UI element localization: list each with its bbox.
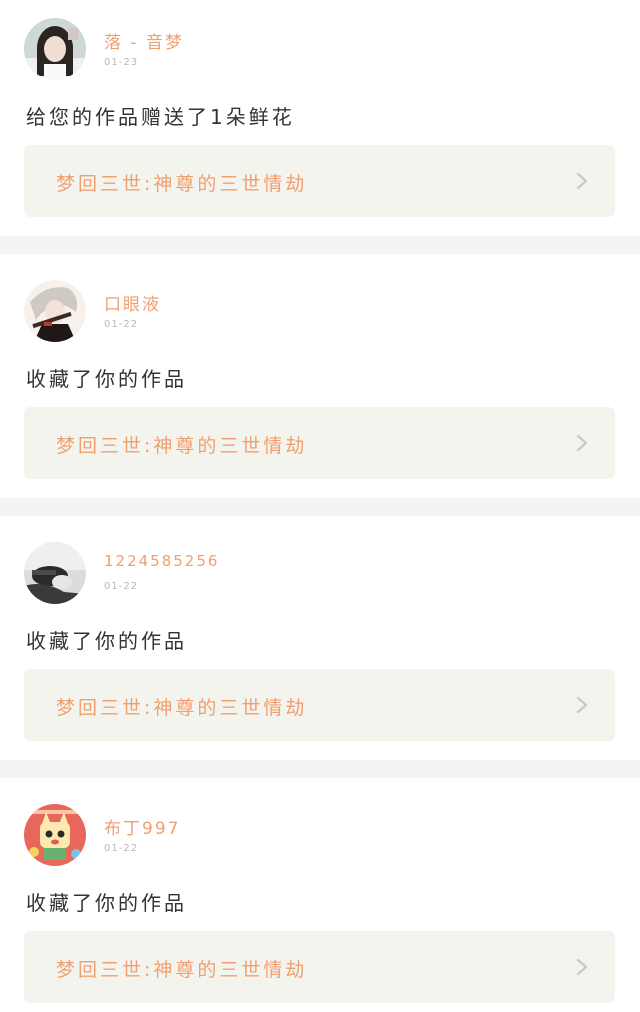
work-title: 梦回三世:神尊的三世情劫 [56, 697, 308, 719]
work-link-card[interactable]: 梦回三世:神尊的三世情劫 [24, 669, 615, 741]
chevron-right-icon [576, 172, 588, 190]
activity-text: 收藏了你的作品 [26, 367, 187, 391]
avatar[interactable] [24, 542, 86, 604]
username[interactable]: 口眼液 [104, 290, 161, 315]
work-title: 梦回三世:神尊的三世情劫 [56, 173, 308, 195]
timestamp: 01-23 [104, 57, 139, 68]
cartoon-character-avatar-icon [24, 804, 86, 866]
work-title: 梦回三世:神尊的三世情劫 [56, 435, 308, 457]
work-link-card[interactable]: 梦回三世:神尊的三世情劫 [24, 145, 615, 217]
feed-item: 口眼液 01-22 收藏了你的作品 梦回三世:神尊的三世情劫 [0, 254, 640, 490]
work-title: 梦回三世:神尊的三世情劫 [56, 959, 308, 981]
chevron-right-icon [576, 696, 588, 714]
feed-item: 1224585256 01-22 收藏了你的作品 梦回三世:神尊的三世情劫 [0, 516, 640, 752]
activity-feed: 落 - 音梦 01-23 给您的作品赠送了1朵鲜花 梦回三世:神尊的三世情劫 口… [0, 0, 640, 1012]
girl-portrait-avatar-icon [24, 18, 86, 80]
chevron-right-icon [576, 958, 588, 976]
anime-swordsman-avatar-icon [24, 280, 86, 342]
work-link-card[interactable]: 梦回三世:神尊的三世情劫 [24, 407, 615, 479]
timestamp: 01-22 [104, 319, 139, 330]
activity-text: 收藏了你的作品 [26, 891, 187, 915]
feed-item: 布丁997 01-22 收藏了你的作品 梦回三世:神尊的三世情劫 [0, 778, 640, 1012]
avatar[interactable] [24, 18, 86, 80]
username[interactable]: 落 - 音梦 [104, 28, 184, 53]
avatar[interactable] [24, 804, 86, 866]
username[interactable]: 布丁997 [104, 814, 180, 839]
monochrome-portrait-avatar-icon [24, 542, 86, 604]
item-divider [0, 236, 640, 254]
timestamp: 01-22 [104, 843, 139, 854]
activity-text: 给您的作品赠送了1朵鲜花 [26, 105, 295, 129]
username[interactable]: 1224585256 [104, 552, 219, 570]
item-divider [0, 760, 640, 778]
avatar[interactable] [24, 280, 86, 342]
timestamp: 01-22 [104, 581, 139, 592]
chevron-right-icon [576, 434, 588, 452]
item-divider [0, 498, 640, 516]
feed-item: 落 - 音梦 01-23 给您的作品赠送了1朵鲜花 梦回三世:神尊的三世情劫 [0, 0, 640, 236]
activity-text: 收藏了你的作品 [26, 629, 187, 653]
work-link-card[interactable]: 梦回三世:神尊的三世情劫 [24, 931, 615, 1003]
